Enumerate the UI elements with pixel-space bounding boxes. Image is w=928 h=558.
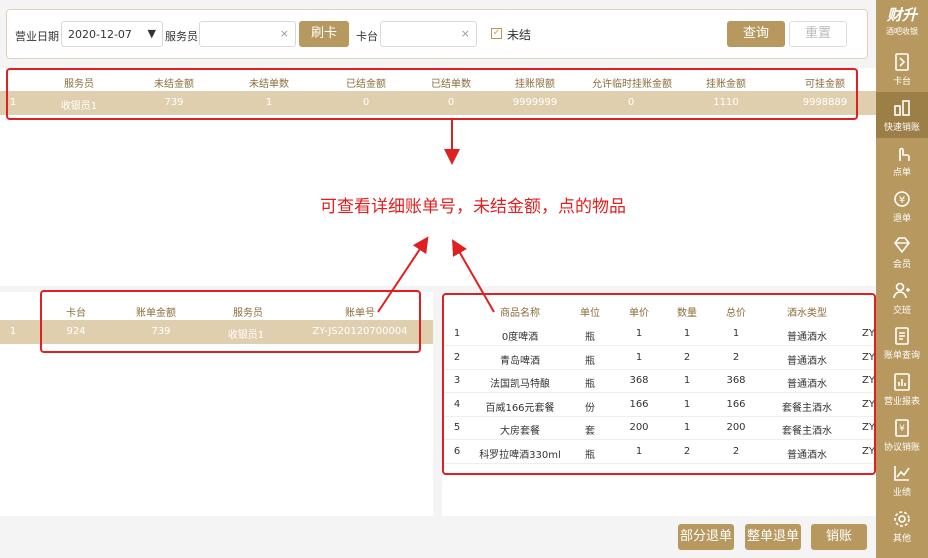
- main-area: 营业日期 2020-12-07 ▼ 服务员 × 刷卡 卡台 × ✓ 未结 查询 …: [0, 0, 876, 558]
- cancel-account-button[interactable]: 销账: [811, 524, 867, 550]
- sidebar-item-label: 退单: [892, 214, 911, 225]
- handover-icon: [893, 282, 910, 298]
- sidebar-item-label: 业绩: [892, 488, 911, 499]
- table-icon: [895, 53, 909, 71]
- partial-refund-button[interactable]: 部分退单: [678, 524, 734, 550]
- sidebar-item-agreement[interactable]: ¥ 协议销账: [876, 412, 928, 458]
- sidebar-item-label: 营业报表: [883, 396, 920, 407]
- bill-icon: [895, 327, 909, 345]
- sidebar-item-report[interactable]: 营业报表: [876, 366, 928, 412]
- brand-logo: 财升 酒吧收银: [876, 4, 928, 37]
- gear-icon: [894, 511, 910, 527]
- diamond-icon: [893, 236, 911, 254]
- sidebar-item-refund[interactable]: ¥ 退单: [876, 183, 928, 229]
- refund-icon: ¥: [894, 191, 910, 207]
- brand-name: 财升: [886, 6, 917, 24]
- chart-icon: [894, 466, 910, 482]
- sidebar: 财升 酒吧收银 卡台快速销账点单 ¥ 退单会员交班账单查询营业报表 ¥ 协议销账业绩其他: [876, 0, 928, 558]
- full-refund-button[interactable]: 整单退单: [745, 524, 801, 550]
- sidebar-item-handover[interactable]: 交班: [876, 275, 928, 321]
- sidebar-item-chart[interactable]: 业绩: [876, 457, 928, 503]
- svg-text:¥: ¥: [899, 195, 905, 206]
- sidebar-item-label: 快速销账: [883, 122, 920, 133]
- sidebar-item-table[interactable]: 卡台: [876, 46, 928, 92]
- report-icon: [894, 373, 910, 391]
- sidebar-item-gear[interactable]: 其他: [876, 503, 928, 549]
- sidebar-item-label: 卡台: [892, 77, 911, 87]
- fast-cancel-icon: [894, 99, 910, 116]
- sidebar-item-tap[interactable]: 点单: [876, 137, 928, 183]
- agreement-icon: ¥: [895, 418, 909, 437]
- sidebar-item-label: 交班: [892, 305, 911, 316]
- svg-text:¥: ¥: [899, 424, 905, 434]
- sidebar-item-diamond[interactable]: 会员: [876, 229, 928, 275]
- sidebar-item-label: 协议销账: [883, 442, 920, 453]
- sidebar-item-label: 点单: [892, 168, 911, 179]
- tap-icon: [899, 148, 910, 162]
- annotation-arrows: [377, 120, 495, 313]
- sidebar-item-label: 账单查询: [883, 351, 920, 362]
- sidebar-item-bill[interactable]: 账单查询: [876, 320, 928, 366]
- sidebar-item-label: 会员: [892, 259, 911, 270]
- sidebar-item-label: 其他: [892, 534, 911, 544]
- brand-subtitle: 酒吧收银: [886, 27, 918, 36]
- sidebar-item-fast-cancel[interactable]: 快速销账: [876, 91, 928, 138]
